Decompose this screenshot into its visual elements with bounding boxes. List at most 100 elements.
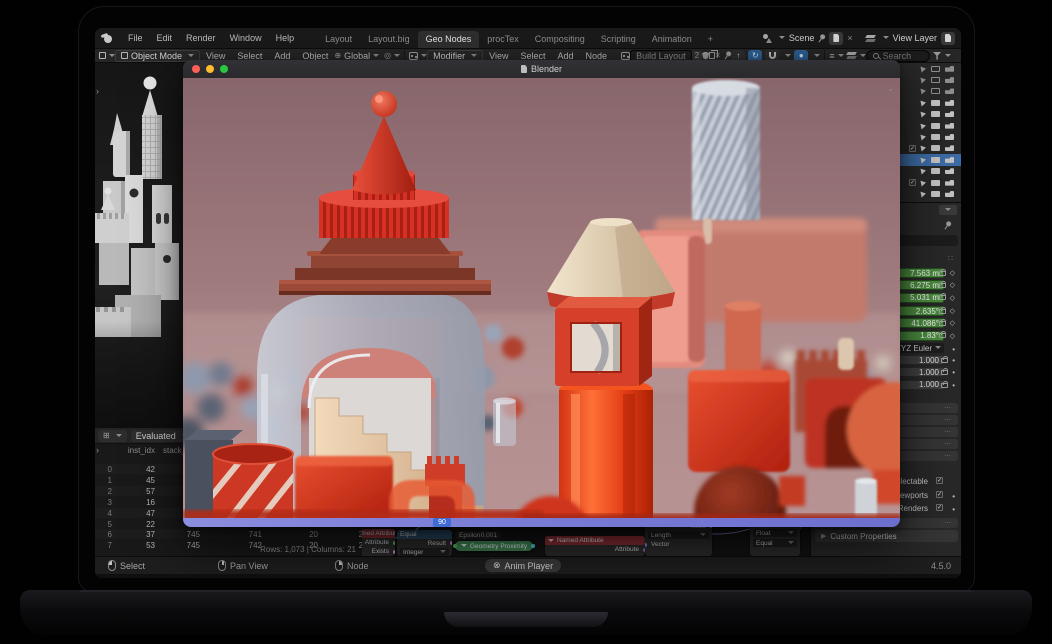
region-toggle-arrow[interactable]: › bbox=[96, 445, 99, 455]
filter-type-icon[interactable] bbox=[847, 51, 857, 60]
zoom-button[interactable] bbox=[220, 65, 228, 73]
selectable-icon[interactable] bbox=[920, 156, 926, 163]
keyframe-icon[interactable]: ◇ bbox=[950, 307, 955, 315]
hide-render-icon[interactable] bbox=[945, 88, 954, 94]
lock-icon[interactable] bbox=[939, 333, 946, 338]
keyframe-icon[interactable]: ◇ bbox=[950, 319, 955, 327]
workspace-tab-animation[interactable]: Animation bbox=[644, 31, 700, 48]
hide-render-icon[interactable] bbox=[945, 100, 954, 106]
selectable-icon[interactable] bbox=[920, 65, 926, 72]
workspace-tab-compositing[interactable]: Compositing bbox=[527, 31, 593, 48]
viewport-menu-view[interactable]: View bbox=[200, 51, 231, 61]
frame-slider[interactable]: 90 bbox=[183, 518, 900, 527]
hide-viewport-icon[interactable] bbox=[931, 145, 940, 151]
blender-logo-icon[interactable] bbox=[101, 34, 114, 43]
hide-viewport-icon[interactable] bbox=[931, 191, 940, 197]
workspace-tab-geo-nodes[interactable]: Geo Nodes bbox=[418, 31, 480, 48]
current-frame-marker[interactable]: 90 bbox=[433, 518, 451, 527]
node-named-attribute-2[interactable]: Named Attribute Attribute bbox=[545, 536, 645, 556]
table-row[interactable]: 6377457412022800. bbox=[95, 529, 362, 539]
unlink-scene-icon[interactable]: × bbox=[847, 34, 852, 43]
hide-viewport-icon[interactable] bbox=[931, 77, 940, 83]
properties-pin-icon[interactable] bbox=[942, 220, 953, 231]
menu-file[interactable]: File bbox=[121, 33, 150, 43]
selectable-icon[interactable] bbox=[920, 179, 926, 186]
new-view-layer-button[interactable] bbox=[941, 32, 955, 45]
selectable-icon[interactable] bbox=[920, 168, 926, 175]
menu-window[interactable]: Window bbox=[223, 33, 269, 43]
lock-icon[interactable] bbox=[941, 358, 948, 363]
lock-icon[interactable] bbox=[939, 321, 946, 326]
orientation-dropdown[interactable]: Global bbox=[344, 51, 370, 61]
menu-render[interactable]: Render bbox=[179, 33, 223, 43]
hide-render-icon[interactable] bbox=[945, 168, 954, 174]
workspace-tab-proctex[interactable]: procTex bbox=[479, 31, 527, 48]
pivot-icon[interactable]: ◎ bbox=[384, 51, 391, 60]
viewport-menu-select[interactable]: Select bbox=[231, 51, 268, 61]
selectable-icon[interactable] bbox=[920, 88, 926, 95]
collapse-header-icon[interactable]: ⌄ bbox=[887, 84, 894, 93]
selectable-icon[interactable] bbox=[920, 77, 926, 84]
editor-type-icon[interactable] bbox=[99, 52, 106, 59]
selectable-icon[interactable] bbox=[920, 122, 926, 129]
hide-render-icon[interactable] bbox=[945, 77, 954, 83]
scene-icon[interactable] bbox=[763, 34, 772, 43]
spreadsheet-icon-dropdown[interactable]: ⊞ bbox=[98, 430, 127, 442]
menu-edit[interactable]: Edit bbox=[150, 33, 180, 43]
workspace-tab--[interactable]: + bbox=[700, 31, 721, 48]
minimize-button[interactable] bbox=[206, 65, 214, 73]
lock-icon[interactable] bbox=[941, 383, 948, 388]
outliner-options-button[interactable] bbox=[939, 205, 957, 215]
pin-icon[interactable] bbox=[816, 32, 827, 43]
animate-dot-icon[interactable]: • bbox=[952, 356, 955, 365]
visibility-renders-label[interactable]: Renders bbox=[898, 504, 928, 513]
hide-render-icon[interactable] bbox=[945, 180, 954, 186]
node-menu-select[interactable]: Select bbox=[515, 51, 552, 61]
hide-viewport-icon[interactable] bbox=[931, 180, 940, 186]
node-epsilon-field[interactable]: Epsilon0.001 bbox=[455, 531, 501, 539]
keyframe-icon[interactable]: ◇ bbox=[950, 332, 955, 340]
view-layer-icon[interactable] bbox=[866, 34, 876, 43]
node-menu-view[interactable]: View bbox=[483, 51, 514, 61]
render-window-titlebar[interactable]: Blender bbox=[183, 60, 900, 78]
viewport-menu-object[interactable]: Object bbox=[296, 51, 334, 61]
viewports-checkbox[interactable]: ✓ bbox=[936, 491, 943, 498]
node-geometry-proximity[interactable]: Geometry Proximity bbox=[455, 541, 533, 551]
selectable-icon[interactable] bbox=[920, 111, 926, 118]
selectable-icon[interactable] bbox=[920, 99, 926, 106]
node-named-attribute-1[interactable]: Named Attribute Attribute Exists bbox=[362, 529, 395, 556]
selectable-checkbox[interactable]: ✓ bbox=[936, 477, 943, 484]
hide-render-icon[interactable] bbox=[945, 145, 954, 151]
workspace-tab-layout[interactable]: Layout bbox=[317, 31, 360, 48]
filter-icon[interactable] bbox=[933, 52, 942, 60]
display-mode-icon[interactable]: ≡ bbox=[829, 51, 834, 61]
region-toggle-arrow[interactable]: › bbox=[96, 86, 99, 96]
viewport-3d[interactable] bbox=[95, 63, 183, 428]
hide-viewport-icon[interactable] bbox=[931, 168, 940, 174]
group-users-badge[interactable]: 2 bbox=[692, 51, 702, 60]
new-scene-button[interactable] bbox=[829, 32, 843, 45]
anim-player-pill[interactable]: ⊗ Anim Player bbox=[485, 559, 561, 572]
lock-icon[interactable] bbox=[939, 271, 946, 276]
hide-viewport-icon[interactable] bbox=[931, 111, 940, 117]
hide-viewport-icon[interactable] bbox=[931, 134, 940, 140]
outliner-checkbox[interactable]: ✓ bbox=[909, 179, 916, 186]
hide-render-icon[interactable] bbox=[945, 157, 954, 163]
hide-render-icon[interactable] bbox=[945, 111, 954, 117]
workspace-tab-scripting[interactable]: Scripting bbox=[593, 31, 644, 48]
lock-icon[interactable] bbox=[939, 295, 946, 300]
workspace-tab-layout-big[interactable]: Layout.big bbox=[360, 31, 418, 48]
hide-render-icon[interactable] bbox=[945, 66, 954, 72]
hide-render-icon[interactable] bbox=[945, 123, 954, 129]
lock-icon[interactable] bbox=[941, 370, 948, 375]
outliner-checkbox[interactable]: ✓ bbox=[909, 145, 916, 152]
animate-dot-icon[interactable]: • bbox=[952, 381, 955, 390]
hide-viewport-icon[interactable] bbox=[931, 100, 940, 106]
selectable-icon[interactable] bbox=[920, 145, 926, 152]
lock-icon[interactable] bbox=[939, 283, 946, 288]
hide-render-icon[interactable] bbox=[945, 191, 954, 197]
node-vector-math[interactable]: Value Length Vector bbox=[645, 522, 712, 556]
custom-properties-section[interactable]: ▶ Custom Properties bbox=[815, 530, 958, 542]
node-editor-icon[interactable] bbox=[409, 52, 418, 60]
view-layer-name[interactable]: View Layer bbox=[893, 33, 937, 43]
